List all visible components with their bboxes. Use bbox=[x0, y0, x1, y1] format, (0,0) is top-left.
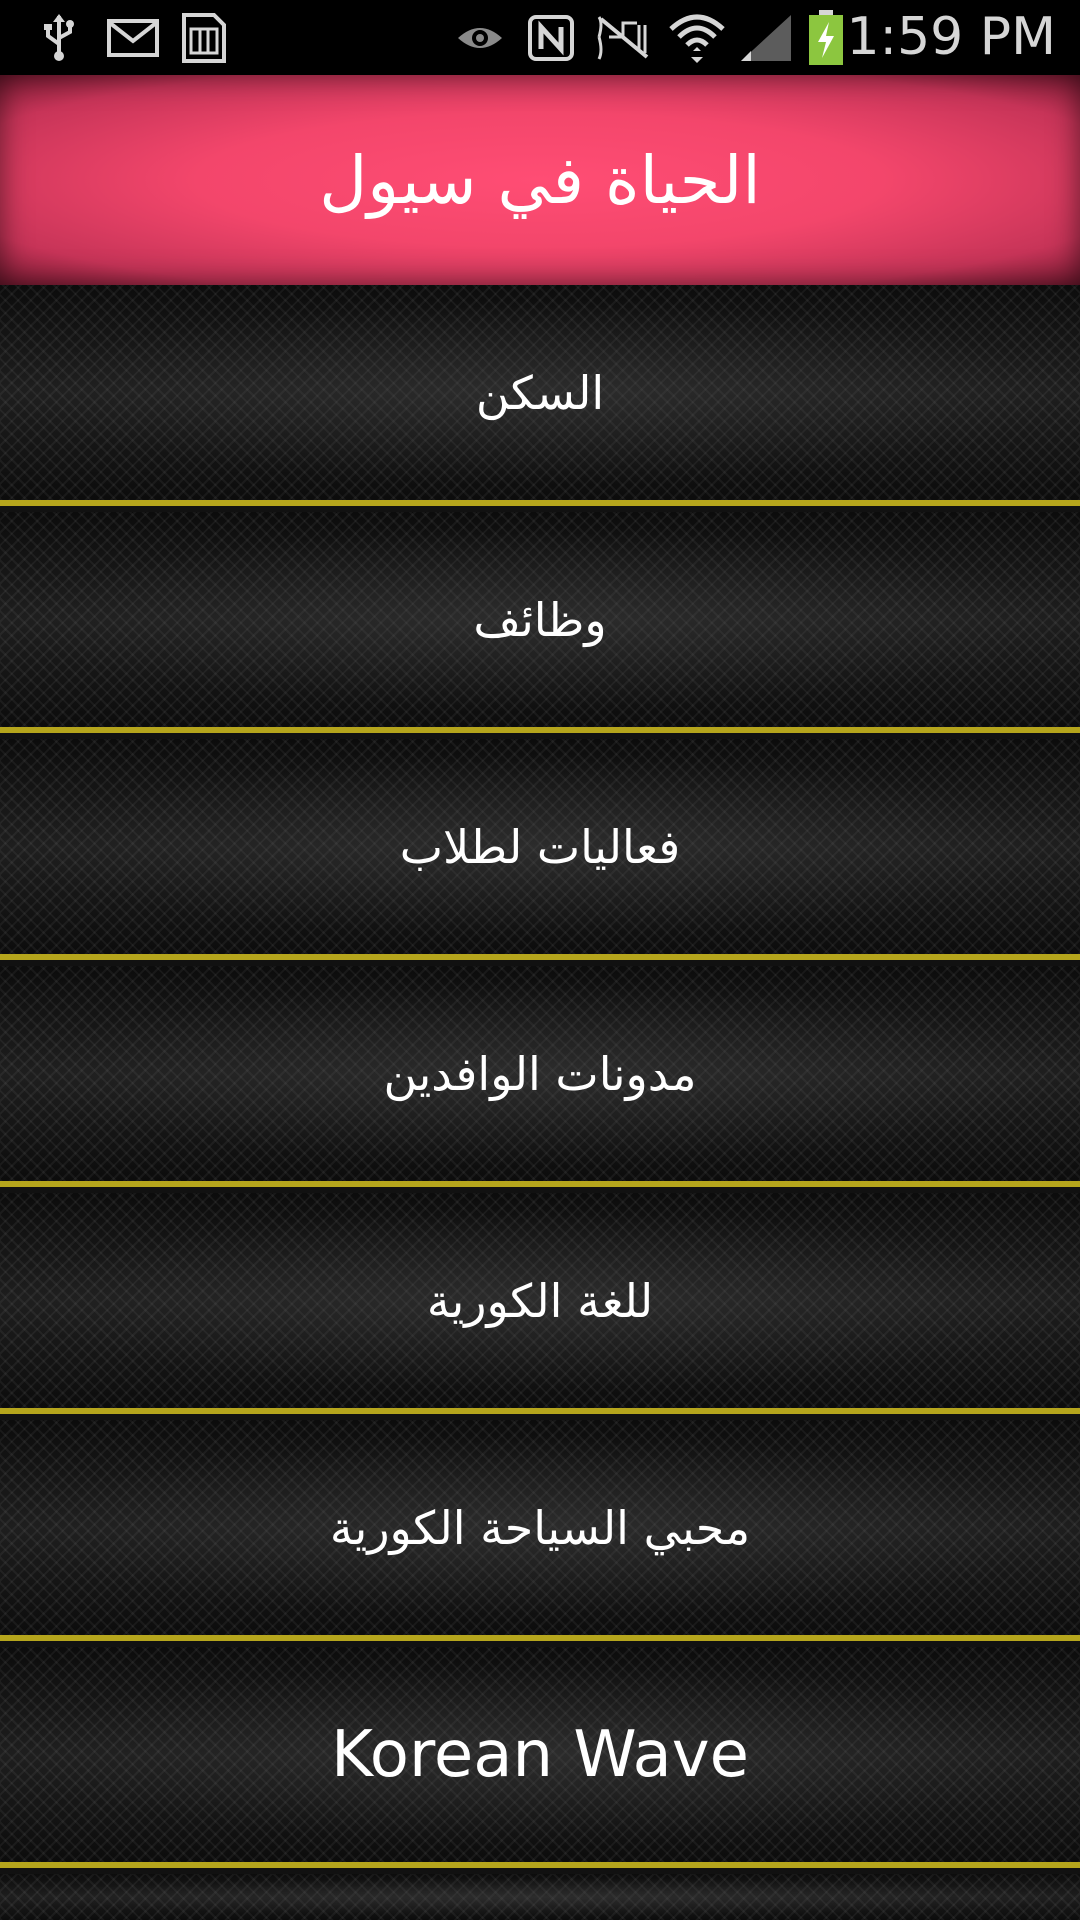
menu-list: السكن وظائف فعاليات لطلاب مدونات الوافدي… bbox=[0, 285, 1080, 1920]
menu-item-label: محبي السياحة الكورية bbox=[329, 1500, 751, 1555]
eye-icon bbox=[455, 8, 505, 68]
battery-charging-icon bbox=[806, 8, 846, 68]
menu-item-housing[interactable]: السكن bbox=[0, 285, 1080, 506]
menu-item-jobs[interactable]: وظائف bbox=[0, 512, 1080, 733]
menu-item-expat-blogs[interactable]: مدونات الوافدين bbox=[0, 966, 1080, 1187]
signal-icon bbox=[738, 8, 794, 68]
wifi-icon bbox=[668, 8, 726, 68]
page-title: الحياة في سيول bbox=[319, 141, 761, 219]
usb-icon bbox=[36, 8, 82, 68]
menu-item-partial[interactable] bbox=[0, 1874, 1080, 1920]
menu-item-label: Korean Wave bbox=[331, 1717, 749, 1792]
status-bar: 1:59 PM bbox=[0, 0, 1080, 75]
menu-item-label: فعاليات لطلاب bbox=[399, 819, 681, 874]
menu-item-label: مدونات الوافدين bbox=[383, 1046, 697, 1101]
clock: 1:59 PM bbox=[846, 7, 1056, 67]
menu-item-korean-wave[interactable]: Korean Wave bbox=[0, 1647, 1080, 1868]
menu-item-korean-tourism[interactable]: محبي السياحة الكورية bbox=[0, 1420, 1080, 1641]
menu-item-label: السكن bbox=[475, 365, 605, 420]
gmail-icon bbox=[106, 8, 160, 68]
menu-item-label: للغة الكورية bbox=[426, 1273, 654, 1328]
mute-icon bbox=[594, 8, 654, 68]
menu-item-student-events[interactable]: فعاليات لطلاب bbox=[0, 739, 1080, 960]
nfc-icon bbox=[526, 8, 576, 68]
menu-item-label: وظائف bbox=[473, 592, 607, 647]
menu-item-korean-language[interactable]: للغة الكورية bbox=[0, 1193, 1080, 1414]
sim-card-icon bbox=[180, 8, 228, 68]
app-header: الحياة في سيول bbox=[0, 75, 1080, 285]
